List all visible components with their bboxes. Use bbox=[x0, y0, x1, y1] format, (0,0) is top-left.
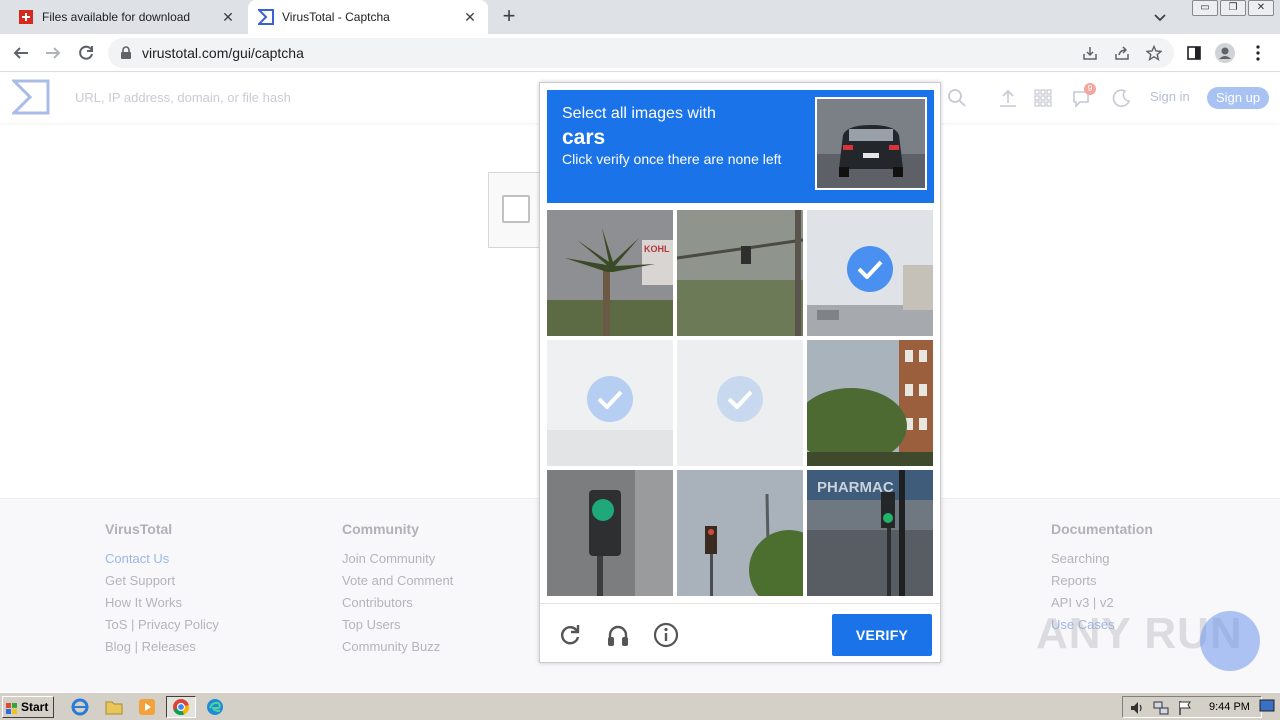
footer-link-join-community[interactable]: Join Community bbox=[342, 551, 453, 573]
forward-arrow-icon[interactable] bbox=[42, 42, 64, 64]
verify-button[interactable]: VERIFY bbox=[832, 614, 932, 656]
footer-link-contributors[interactable]: Contributors bbox=[342, 595, 453, 617]
back-arrow-icon[interactable] bbox=[10, 42, 32, 64]
image-tile-9[interactable]: PHARMAC bbox=[807, 470, 933, 596]
help-info-icon[interactable] bbox=[653, 622, 679, 648]
anyrun-watermark-badge-icon bbox=[1200, 611, 1260, 671]
image-tile-4[interactable] bbox=[547, 340, 673, 466]
virustotal-icon bbox=[258, 9, 274, 25]
menu-kebab-icon[interactable] bbox=[1248, 43, 1268, 63]
footer-link-searching[interactable]: Searching bbox=[1051, 551, 1153, 573]
challenge-hint: Click verify once there are none left bbox=[562, 151, 782, 167]
footer-column-community: Community Join Community Vote and Commen… bbox=[342, 521, 453, 661]
show-desktop-icon[interactable] bbox=[1258, 698, 1276, 714]
recaptcha-challenge: Select all images with cars Click verify… bbox=[539, 82, 941, 663]
swiss-flag-icon bbox=[18, 9, 34, 25]
address-bar[interactable]: virustotal.com/gui/captcha bbox=[108, 38, 1174, 68]
network-computers-icon[interactable] bbox=[1153, 700, 1169, 716]
share-icon[interactable] bbox=[1114, 45, 1130, 61]
minimize-button[interactable]: ▭ bbox=[1192, 0, 1218, 16]
tab-search-chevron-icon[interactable] bbox=[1152, 9, 1168, 25]
notification-badge: 9 bbox=[1084, 83, 1096, 95]
challenge-image-grid: KOHL PHARMAC bbox=[547, 210, 935, 598]
apps-grid-icon[interactable] bbox=[1033, 88, 1053, 108]
reload-icon[interactable] bbox=[75, 42, 97, 64]
footer-heading: Documentation bbox=[1051, 521, 1153, 537]
challenge-footer: VERIFY bbox=[540, 603, 940, 663]
image-tile-2[interactable] bbox=[677, 210, 803, 336]
image-tile-8[interactable] bbox=[677, 470, 803, 596]
selected-checkmark-icon bbox=[847, 246, 893, 292]
dark-mode-moon-icon[interactable] bbox=[1112, 88, 1132, 108]
windows-taskbar: Start 9:44 PM bbox=[0, 692, 1280, 720]
footer-column-virustotal: VirusTotal Contact Us Get Support How It… bbox=[105, 521, 219, 661]
chrome-taskbar-icon[interactable] bbox=[166, 696, 196, 718]
tab-virustotal-captcha[interactable]: VirusTotal - Captcha ✕ bbox=[248, 0, 488, 34]
upload-icon[interactable] bbox=[998, 88, 1018, 108]
install-app-icon[interactable] bbox=[1082, 45, 1098, 61]
audio-challenge-headphones-icon[interactable] bbox=[605, 622, 631, 648]
footer-link-top-users[interactable]: Top Users bbox=[342, 617, 453, 639]
tab-files-available[interactable]: Files available for download ✕ bbox=[8, 0, 246, 34]
search-input[interactable]: URL, IP address, domain, or file hash bbox=[75, 90, 291, 105]
footer-link-how-it-works[interactable]: How It Works bbox=[105, 595, 219, 617]
side-panel-icon[interactable] bbox=[1184, 43, 1204, 63]
footer-link-reports[interactable]: Reports bbox=[1051, 573, 1153, 595]
tab-title: VirusTotal - Captcha bbox=[282, 10, 390, 24]
store-sign-text: KOHL bbox=[644, 244, 670, 254]
image-tile-1[interactable]: KOHL bbox=[547, 210, 673, 336]
file-explorer-folder-icon[interactable] bbox=[103, 697, 125, 717]
recaptcha-anchor bbox=[488, 172, 542, 248]
bookmark-star-icon[interactable] bbox=[1145, 44, 1163, 61]
selected-checkmark-icon bbox=[717, 376, 763, 422]
notifications-icon[interactable]: 9 bbox=[1072, 83, 1096, 108]
profile-avatar-icon[interactable] bbox=[1215, 43, 1235, 63]
footer-link-contact-us[interactable]: Contact Us bbox=[105, 551, 219, 573]
internet-explorer-icon[interactable] bbox=[69, 697, 91, 717]
action-center-flag-icon[interactable] bbox=[1177, 700, 1193, 716]
new-tab-button[interactable]: + bbox=[498, 5, 520, 28]
close-window-button[interactable]: ✕ bbox=[1248, 0, 1274, 16]
footer-link-blog-releases[interactable]: Blog | Releases bbox=[105, 639, 219, 661]
media-player-icon[interactable] bbox=[136, 697, 158, 717]
image-tile-3[interactable] bbox=[807, 210, 933, 336]
selected-checkmark-icon bbox=[587, 376, 633, 422]
footer-link-get-support[interactable]: Get Support bbox=[105, 573, 219, 595]
image-tile-5[interactable] bbox=[677, 340, 803, 466]
system-tray: 9:44 PM bbox=[1122, 696, 1262, 718]
challenge-target: cars bbox=[562, 126, 606, 149]
sign-up-button[interactable]: Sign up bbox=[1207, 87, 1269, 109]
restore-button[interactable]: ❐ bbox=[1220, 0, 1246, 16]
tab-title: Files available for download bbox=[42, 10, 191, 24]
recaptcha-checkbox[interactable] bbox=[502, 195, 530, 223]
start-label: Start bbox=[21, 700, 49, 714]
footer-link-vote-comment[interactable]: Vote and Comment bbox=[342, 573, 453, 595]
footer-heading: VirusTotal bbox=[105, 521, 173, 537]
browser-toolbar: virustotal.com/gui/captcha bbox=[0, 34, 1280, 72]
footer-link-community-buzz[interactable]: Community Buzz bbox=[342, 639, 453, 661]
challenge-header: Select all images with cars Click verify… bbox=[547, 90, 934, 203]
close-tab-icon[interactable]: ✕ bbox=[220, 9, 236, 25]
footer-heading: Community bbox=[342, 521, 419, 537]
url-text: virustotal.com/gui/captcha bbox=[142, 45, 304, 61]
search-icon[interactable] bbox=[947, 88, 967, 108]
virustotal-logo[interactable] bbox=[10, 79, 50, 115]
close-tab-icon[interactable]: ✕ bbox=[462, 9, 478, 25]
windows-logo-icon bbox=[6, 701, 18, 714]
challenge-instruction: Select all images with bbox=[562, 105, 716, 122]
sign-in-link[interactable]: Sign in bbox=[1150, 89, 1190, 104]
footer-link-tos-privacy[interactable]: ToS | Privacy Policy bbox=[105, 617, 219, 639]
image-tile-6[interactable] bbox=[807, 340, 933, 466]
lock-icon[interactable] bbox=[120, 46, 132, 65]
sample-car-image bbox=[815, 97, 927, 190]
start-button[interactable]: Start bbox=[2, 696, 54, 718]
reload-challenge-icon[interactable] bbox=[557, 622, 583, 648]
window-controls: ▭ ❐ ✕ bbox=[1190, 0, 1274, 16]
volume-speaker-icon[interactable] bbox=[1129, 700, 1145, 716]
edge-icon[interactable] bbox=[204, 697, 226, 717]
image-tile-7[interactable] bbox=[547, 470, 673, 596]
browser-tab-bar: Files available for download ✕ VirusTota… bbox=[0, 0, 1280, 34]
taskbar-clock[interactable]: 9:44 PM bbox=[1209, 701, 1250, 713]
